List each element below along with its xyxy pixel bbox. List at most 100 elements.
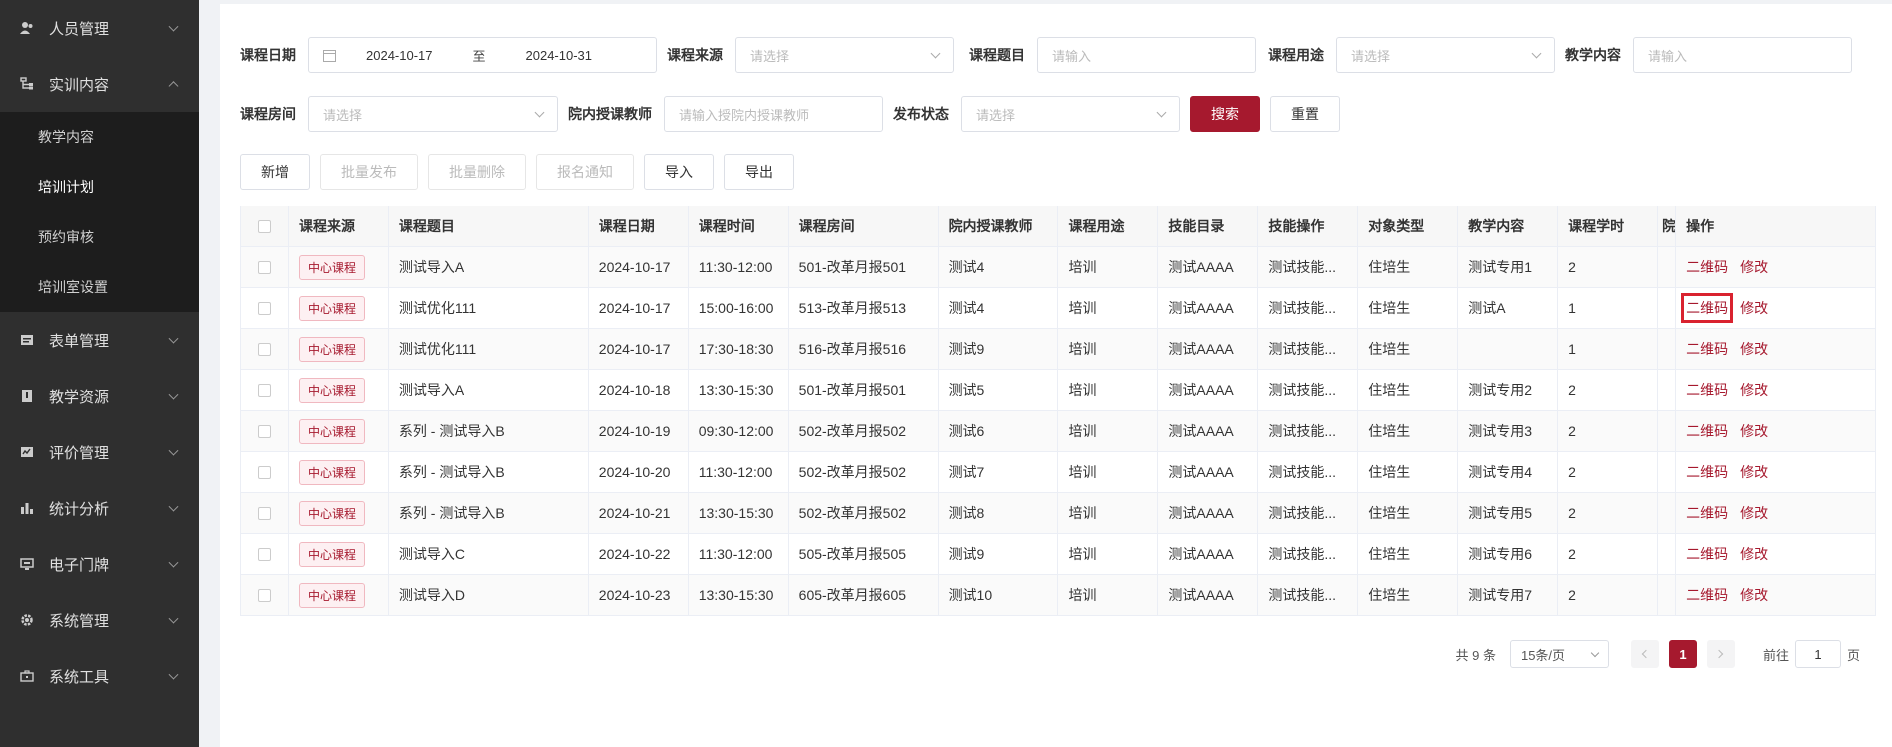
table-cell: 测试专用5 <box>1458 493 1559 533</box>
course-source-tag: 中心课程 <box>298 295 365 321</box>
table-cell: 13:30-15:30 <box>689 493 789 533</box>
page-1-button[interactable]: 1 <box>1668 640 1697 668</box>
qr-code-link[interactable]: 二维码 <box>1686 585 1728 605</box>
col-header: 课程房间 <box>789 206 939 246</box>
course-purpose-select[interactable]: 请选择 <box>1336 37 1555 73</box>
cell-text: 住培生 <box>1368 505 1411 521</box>
row-select-cell <box>241 534 289 574</box>
submenu-item-teaching-content[interactable]: 教学内容 <box>0 112 199 162</box>
select-all-cell <box>241 206 289 246</box>
edit-link[interactable]: 修改 <box>1740 257 1768 277</box>
row-checkbox[interactable] <box>257 301 271 315</box>
qr-code-link[interactable]: 二维码 <box>1686 339 1728 359</box>
course-purpose-placeholder: 请选择 <box>1351 48 1391 64</box>
qr-code-link[interactable]: 二维码 <box>1686 462 1728 482</box>
qr-code-link[interactable]: 二维码 <box>1681 293 1734 323</box>
edit-link[interactable]: 修改 <box>1740 298 1768 318</box>
table-cell: 测试AAAA <box>1158 575 1259 615</box>
table-cell: 住培生 <box>1358 493 1459 533</box>
row-checkbox[interactable] <box>257 383 271 397</box>
cell-text: 测试技能... <box>1268 341 1337 357</box>
select-all-checkbox[interactable] <box>257 219 271 233</box>
row-select-cell <box>241 411 289 451</box>
submenu-item-room-settings[interactable]: 培训室设置 <box>0 262 199 312</box>
table-row[interactable]: 中心课程 测试导入A 2024-10-17 11:30-12:00 501-改革月报50… <box>241 247 1876 288</box>
next-page-button[interactable] <box>1706 640 1735 668</box>
qr-code-link[interactable]: 二维码 <box>1686 503 1728 523</box>
reset-button[interactable]: 重置 <box>1270 96 1340 132</box>
import-button[interactable]: 导入 <box>644 154 714 190</box>
row-checkbox[interactable] <box>257 506 271 520</box>
qr-code-link[interactable]: 二维码 <box>1686 421 1728 441</box>
add-button[interactable]: 新增 <box>240 154 310 190</box>
table-row[interactable]: 中心课程 测试优化111 2024-10-17 15:00-16:00 513-改革月报… <box>241 288 1876 329</box>
cell-text: 住培生 <box>1368 464 1411 480</box>
edit-link[interactable]: 修改 <box>1740 339 1768 359</box>
cell-text: 系列 - 测试导入B <box>398 464 505 480</box>
row-checkbox[interactable] <box>257 342 271 356</box>
sidebar-item-resources[interactable]: 教学资源 <box>0 368 199 424</box>
date-range-picker[interactable]: 2024-10-17 至 2024-10-31 <box>308 37 657 73</box>
batch-delete-button[interactable]: 批量删除 <box>428 154 526 190</box>
cell-text: 测试导入A <box>398 259 465 275</box>
table-row[interactable]: 中心课程 测试导入A 2024-10-18 13:30-15:30 501-改革月报50… <box>241 370 1876 411</box>
cell-text: 培训 <box>1068 546 1097 562</box>
date-end[interactable]: 2024-10-31 <box>526 48 593 63</box>
bar-chart-icon <box>20 501 34 515</box>
edit-link[interactable]: 修改 <box>1740 544 1768 564</box>
row-checkbox[interactable] <box>257 588 271 602</box>
sidebar-item-personnel[interactable]: 人员管理 <box>0 0 199 56</box>
table-cell: 测试专用1 <box>1458 247 1559 287</box>
edit-link[interactable]: 修改 <box>1740 462 1768 482</box>
cell-text: 测试AAAA <box>1168 423 1234 439</box>
sidebar-item-system-tools[interactable]: 系统工具 <box>0 648 199 704</box>
table-cell: 住培生 <box>1358 411 1459 451</box>
edit-link[interactable]: 修改 <box>1740 421 1768 441</box>
table-row[interactable]: 中心课程 测试导入C 2024-10-22 11:30-12:00 505-改革月报50… <box>241 534 1876 575</box>
edit-link[interactable]: 修改 <box>1740 503 1768 523</box>
table-row[interactable]: 中心课程 系列 - 测试导入B 2024-10-19 09:30-12:00 502-改… <box>241 411 1876 452</box>
teacher-input[interactable]: 请输入授院内授课教师 <box>664 96 883 132</box>
goto-page-input[interactable]: 1 <box>1794 640 1841 668</box>
row-checkbox[interactable] <box>257 465 271 479</box>
prev-page-button[interactable] <box>1630 640 1659 668</box>
table-row[interactable]: 中心课程 系列 - 测试导入B 2024-10-21 13:30-15:30 502-改… <box>241 493 1876 534</box>
publish-status-select[interactable]: 请选择 <box>961 96 1180 132</box>
submenu-item-booking-review[interactable]: 预约审核 <box>0 212 199 262</box>
date-start[interactable]: 2024-10-17 <box>366 48 433 63</box>
qr-code-link[interactable]: 二维码 <box>1686 257 1728 277</box>
row-checkbox[interactable] <box>257 260 271 274</box>
sidebar-item-digital-sign[interactable]: 电子门牌 <box>0 536 199 592</box>
row-actions: 二维码 修改 <box>1676 493 1876 533</box>
col-header: 院 <box>1658 206 1677 246</box>
qr-code-link[interactable]: 二维码 <box>1686 380 1728 400</box>
course-title-input[interactable]: 请输入 <box>1037 37 1256 73</box>
sidebar-item-forms[interactable]: 表单管理 <box>0 312 199 368</box>
teaching-content-input[interactable]: 请输入 <box>1633 37 1852 73</box>
signup-notice-button[interactable]: 报名通知 <box>536 154 634 190</box>
sidebar-item-evaluation[interactable]: 评价管理 <box>0 424 199 480</box>
sidebar-item-statistics[interactable]: 统计分析 <box>0 480 199 536</box>
table-row[interactable]: 中心课程 测试优化111 2024-10-17 17:30-18:30 516-改革月报… <box>241 329 1876 370</box>
table-row[interactable]: 中心课程 测试导入D 2024-10-23 13:30-15:30 605-改革月报60… <box>241 575 1876 616</box>
course-room-select[interactable]: 请选择 <box>308 96 558 132</box>
course-source-select[interactable]: 请选择 <box>735 37 954 73</box>
qr-code-link[interactable]: 二维码 <box>1686 544 1728 564</box>
table-cell: 15:00-16:00 <box>689 288 789 328</box>
cell-text: 513-改革月报513 <box>798 300 907 316</box>
cell-text: 13:30-15:30 <box>698 505 774 521</box>
batch-publish-button[interactable]: 批量发布 <box>320 154 418 190</box>
search-button[interactable]: 搜索 <box>1190 96 1260 132</box>
table-cell-truncated <box>1658 534 1677 574</box>
sidebar-item-system-management[interactable]: 系统管理 <box>0 592 199 648</box>
page-size-select[interactable]: 15条/页 <box>1509 640 1609 668</box>
edit-link[interactable]: 修改 <box>1740 585 1768 605</box>
table-row[interactable]: 中心课程 系列 - 测试导入B 2024-10-20 11:30-12:00 502-改… <box>241 452 1876 493</box>
course-date-label: 课程日期 <box>240 47 296 63</box>
edit-link[interactable]: 修改 <box>1740 380 1768 400</box>
sidebar-item-training-content[interactable]: 实训内容 <box>0 56 199 112</box>
row-checkbox[interactable] <box>257 547 271 561</box>
row-checkbox[interactable] <box>257 424 271 438</box>
submenu-item-training-plan[interactable]: 培训计划 <box>0 162 199 212</box>
export-button[interactable]: 导出 <box>724 154 794 190</box>
